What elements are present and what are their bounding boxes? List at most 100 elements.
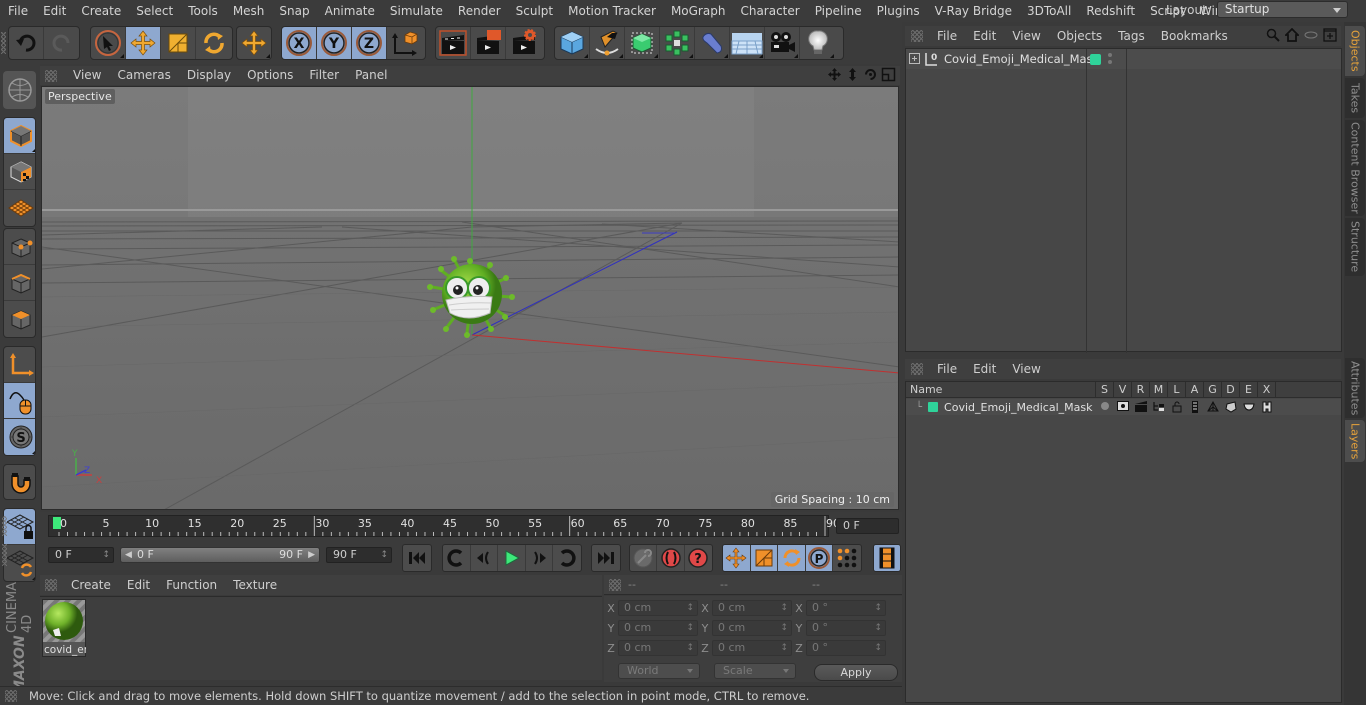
cloner-button[interactable] bbox=[660, 27, 695, 59]
rotation-z-field[interactable]: 0 ° bbox=[806, 640, 886, 656]
key-parameter-button[interactable]: P bbox=[805, 545, 834, 571]
col-animation[interactable]: A bbox=[1186, 382, 1204, 397]
menu-file[interactable]: File bbox=[0, 0, 35, 22]
animation-toggle[interactable] bbox=[1186, 401, 1204, 413]
layer-color-swatch[interactable] bbox=[1090, 54, 1101, 65]
menu-snap[interactable]: Snap bbox=[271, 0, 316, 22]
undo-button[interactable] bbox=[9, 27, 44, 59]
size-z-field[interactable]: 0 cm bbox=[712, 640, 792, 656]
texture-mode-button[interactable] bbox=[4, 154, 35, 190]
hierarchy-toggle-icon[interactable] bbox=[1304, 28, 1318, 42]
rotate-view-icon[interactable] bbox=[863, 67, 878, 82]
workplane-mode-button[interactable] bbox=[4, 190, 35, 226]
menu-mograph[interactable]: MoGraph bbox=[663, 0, 733, 22]
tab-layers[interactable]: Layers bbox=[1345, 420, 1365, 462]
menu-3dtoall[interactable]: 3DToAll bbox=[1019, 0, 1078, 22]
col-xref[interactable]: X bbox=[1258, 382, 1276, 397]
size-x-field[interactable]: 0 cm bbox=[712, 600, 792, 616]
apply-button[interactable]: Apply bbox=[814, 664, 898, 681]
objects-menu-tags[interactable]: Tags bbox=[1110, 29, 1153, 43]
solo-button[interactable]: S bbox=[4, 419, 35, 455]
edges-mode-button[interactable] bbox=[4, 265, 35, 301]
start-frame-field[interactable]: 0 F bbox=[48, 547, 114, 563]
col-generators[interactable]: G bbox=[1204, 382, 1222, 397]
layer-manager-grip[interactable] bbox=[911, 363, 923, 375]
position-z-field[interactable]: 0 cm bbox=[618, 640, 698, 656]
toolbar-grip[interactable] bbox=[1, 32, 6, 54]
col-name[interactable]: Name bbox=[906, 382, 1096, 397]
visible-toggle[interactable] bbox=[1114, 401, 1132, 413]
layers-menu-view[interactable]: View bbox=[1004, 362, 1048, 376]
viewport-menu-panel[interactable]: Panel bbox=[347, 66, 395, 85]
tab-attributes[interactable]: Attributes bbox=[1345, 358, 1365, 418]
manager-toggle[interactable] bbox=[1150, 401, 1168, 413]
menu-create[interactable]: Create bbox=[73, 0, 128, 22]
x-axis-button[interactable]: X bbox=[282, 27, 317, 59]
make-editable-button[interactable] bbox=[3, 71, 36, 109]
key-scale-button[interactable] bbox=[750, 545, 779, 571]
viewport-grip[interactable] bbox=[45, 69, 57, 82]
points-mode-button[interactable] bbox=[4, 229, 35, 265]
object-manager-grip[interactable] bbox=[911, 30, 923, 42]
material-menu-create[interactable]: Create bbox=[63, 578, 119, 592]
object-name[interactable]: Covid_Emoji_Medical_Mask bbox=[944, 52, 1099, 66]
xref-toggle[interactable] bbox=[1258, 401, 1276, 413]
tab-objects[interactable]: Objects bbox=[1345, 26, 1365, 76]
col-expressions[interactable]: E bbox=[1240, 382, 1258, 397]
next-frame-button[interactable] bbox=[526, 545, 554, 571]
material-menu-function[interactable]: Function bbox=[158, 578, 225, 592]
tab-structure[interactable]: Structure bbox=[1345, 218, 1365, 276]
size-y-field[interactable]: 0 cm bbox=[712, 620, 792, 636]
tab-content-browser[interactable]: Content Browser bbox=[1345, 120, 1365, 216]
coordinates-grip[interactable] bbox=[609, 579, 621, 591]
position-x-field[interactable]: 0 cm bbox=[618, 600, 698, 616]
toggle-layout-icon[interactable] bbox=[881, 67, 896, 82]
menu-plugins[interactable]: Plugins bbox=[869, 0, 927, 22]
generators-toggle[interactable] bbox=[1204, 401, 1222, 413]
menu-simulate[interactable]: Simulate bbox=[382, 0, 450, 22]
viewport-menu-filter[interactable]: Filter bbox=[301, 66, 347, 85]
lock-toggle[interactable] bbox=[1168, 401, 1186, 413]
rotation-y-field[interactable]: 0 ° bbox=[806, 620, 886, 636]
next-keyframe-button[interactable] bbox=[553, 545, 581, 571]
object-row[interactable]: 0 Covid_Emoji_Medical_Mask bbox=[906, 49, 1341, 69]
subdivision-surface-button[interactable] bbox=[625, 27, 660, 59]
goto-start-button[interactable] bbox=[403, 545, 431, 571]
scale-tool-button[interactable] bbox=[161, 27, 196, 59]
timeline-window-button[interactable] bbox=[874, 545, 900, 571]
editor-visibility-dot[interactable] bbox=[1108, 53, 1112, 57]
rotate-tool-button[interactable] bbox=[196, 27, 231, 59]
render-to-picture-viewer-button[interactable] bbox=[471, 27, 506, 59]
record-active-objects-button[interactable] bbox=[630, 545, 658, 571]
col-render[interactable]: R bbox=[1132, 382, 1150, 397]
render-view-button[interactable] bbox=[436, 27, 471, 59]
deformers-toggle[interactable] bbox=[1222, 401, 1240, 413]
layer-row[interactable]: └ Covid_Emoji_Medical_Mask bbox=[906, 399, 1341, 415]
menu-pipeline[interactable]: Pipeline bbox=[807, 0, 869, 22]
material-item[interactable]: covid_er bbox=[42, 599, 86, 657]
autokeying-button[interactable] bbox=[657, 545, 685, 571]
prev-keyframe-button[interactable] bbox=[443, 545, 471, 571]
tweak-mode-button[interactable] bbox=[4, 383, 35, 419]
key-rotation-button[interactable] bbox=[778, 545, 806, 571]
objects-menu-edit[interactable]: Edit bbox=[965, 29, 1004, 43]
workplane-align-button[interactable] bbox=[4, 545, 35, 581]
expressions-toggle[interactable] bbox=[1240, 401, 1258, 413]
render-visibility-dot[interactable] bbox=[1108, 60, 1112, 64]
current-frame-field[interactable]: 0 F bbox=[836, 518, 899, 534]
menu-motion-tracker[interactable]: Motion Tracker bbox=[560, 0, 663, 22]
model-mode-button[interactable] bbox=[4, 118, 35, 154]
home-icon[interactable] bbox=[1285, 28, 1299, 42]
col-visible[interactable]: V bbox=[1114, 382, 1132, 397]
menu-vray-bridge[interactable]: V-Ray Bridge bbox=[927, 0, 1019, 22]
menu-animate[interactable]: Animate bbox=[317, 0, 382, 22]
range-left-arrow-icon[interactable]: ◀ bbox=[125, 548, 132, 562]
menu-render[interactable]: Render bbox=[450, 0, 508, 22]
new-panel-icon[interactable] bbox=[1323, 28, 1337, 42]
material-grip[interactable] bbox=[45, 579, 57, 591]
menu-character[interactable]: Character bbox=[732, 0, 806, 22]
end-frame-field[interactable]: 90 F bbox=[326, 547, 392, 563]
camera-label[interactable]: Perspective bbox=[45, 89, 115, 104]
layers-menu-edit[interactable]: Edit bbox=[965, 362, 1004, 376]
goto-end-button[interactable] bbox=[592, 545, 620, 571]
